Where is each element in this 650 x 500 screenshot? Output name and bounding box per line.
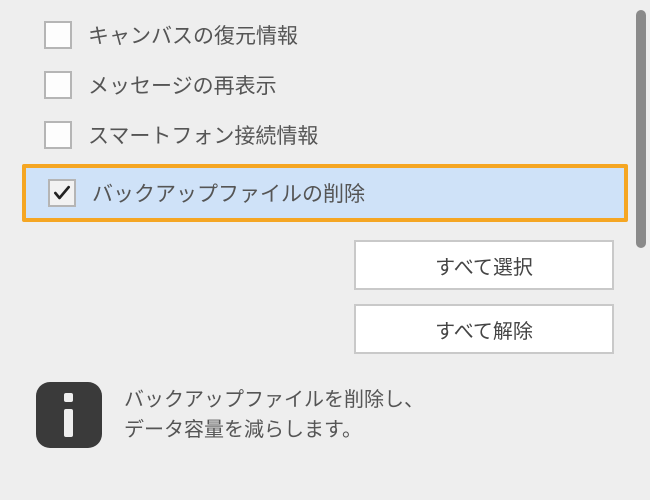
checkbox[interactable] xyxy=(44,21,72,49)
option-label: スマートフォン接続情報 xyxy=(88,120,318,150)
scrollbar-thumb[interactable] xyxy=(636,10,646,248)
option-label: メッセージの再表示 xyxy=(88,70,277,100)
button-group: すべて選択 すべて解除 xyxy=(0,240,650,354)
checkbox-checked[interactable] xyxy=(48,179,76,207)
info-line-2: データ容量を減らします。 xyxy=(124,415,424,445)
info-text: バックアップファイルを削除し、 データ容量を減らします。 xyxy=(124,385,424,445)
checkbox[interactable] xyxy=(44,121,72,149)
info-icon xyxy=(36,382,102,448)
option-row-delete-backup[interactable]: バックアップファイルの削除 xyxy=(22,164,628,222)
option-row-canvas-restore[interactable]: キャンバスの復元情報 xyxy=(0,10,650,60)
option-label: バックアップファイルの削除 xyxy=(92,178,365,208)
option-label: キャンバスの復元情報 xyxy=(88,20,298,50)
select-all-button[interactable]: すべて選択 xyxy=(354,240,614,290)
option-row-message-redisplay[interactable]: メッセージの再表示 xyxy=(0,60,650,110)
checkbox[interactable] xyxy=(44,71,72,99)
info-line-1: バックアップファイルを削除し、 xyxy=(124,385,424,415)
options-list: キャンバスの復元情報 メッセージの再表示 スマートフォン接続情報 バックアップフ… xyxy=(0,0,650,222)
option-row-smartphone-connection[interactable]: スマートフォン接続情報 xyxy=(0,110,650,160)
check-icon xyxy=(52,183,72,203)
info-panel: バックアップファイルを削除し、 データ容量を減らします。 xyxy=(0,354,650,448)
deselect-all-button[interactable]: すべて解除 xyxy=(354,304,614,354)
